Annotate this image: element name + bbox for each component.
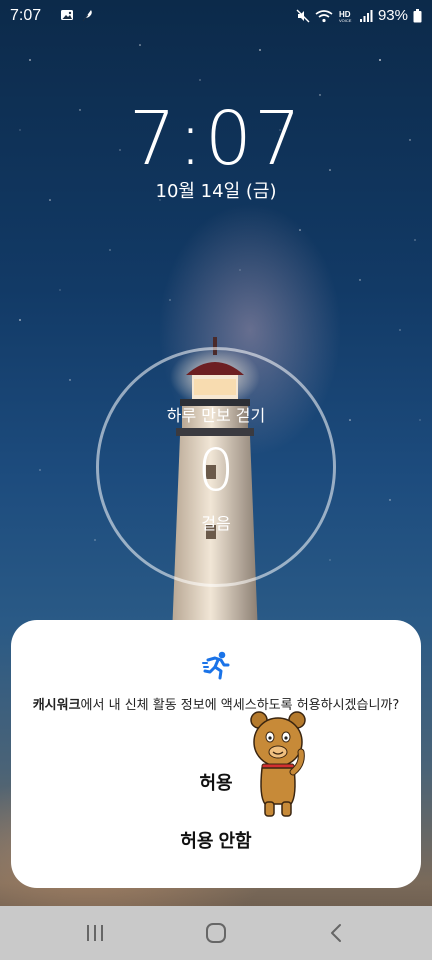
- back-button[interactable]: [317, 918, 357, 948]
- running-person-icon: [202, 651, 230, 680]
- feather-icon: [82, 10, 92, 22]
- recents-button[interactable]: [75, 918, 115, 948]
- dialog-message: 캐시워크에서 내 신체 활동 정보에 액세스하도록 허용하시겠습니까?: [31, 696, 401, 715]
- hd-voice-icon: HD VOICE: [339, 10, 352, 23]
- navigation-bar: [0, 906, 432, 960]
- step-unit: 걸음: [201, 514, 231, 533]
- step-widget-title: 하루 만보 걷기: [166, 406, 266, 425]
- allow-button[interactable]: 허용: [41, 758, 391, 806]
- dialog-message-text: 에서 내 신체 활동 정보에 액세스하도록 허용하시겠습니까?: [80, 698, 400, 713]
- recents-icon: [87, 925, 103, 941]
- character-sticker[interactable]: [245, 708, 313, 818]
- battery-percent: 93%: [377, 7, 408, 24]
- status-left-icons: [60, 8, 94, 22]
- lock-clock-date: 10월 14일 (금): [155, 181, 277, 202]
- wifi-icon: [315, 9, 333, 22]
- mute-icon: [296, 9, 310, 22]
- home-button[interactable]: [196, 918, 236, 948]
- svg-text:VOICE: VOICE: [339, 18, 352, 23]
- step-count: 0: [197, 436, 235, 504]
- dialog-app-name: 캐시워크: [32, 698, 81, 713]
- permission-dialog: 캐시워크에서 내 신체 활동 정보에 액세스하도록 허용하시겠습니까? 허용 허…: [11, 620, 421, 888]
- battery-icon: [413, 8, 422, 22]
- status-bar: 7:07 HD VOICE 93%: [0, 0, 432, 32]
- home-icon: [206, 923, 226, 943]
- status-time: 7:07: [10, 7, 42, 24]
- deny-button[interactable]: 허용 안함: [41, 816, 391, 864]
- signal-icon: [359, 9, 373, 22]
- status-right: HD VOICE 93%: [296, 7, 422, 24]
- back-icon: [331, 924, 341, 942]
- gallery-icon: [61, 10, 73, 20]
- lock-clock-time: 7:07: [128, 96, 304, 182]
